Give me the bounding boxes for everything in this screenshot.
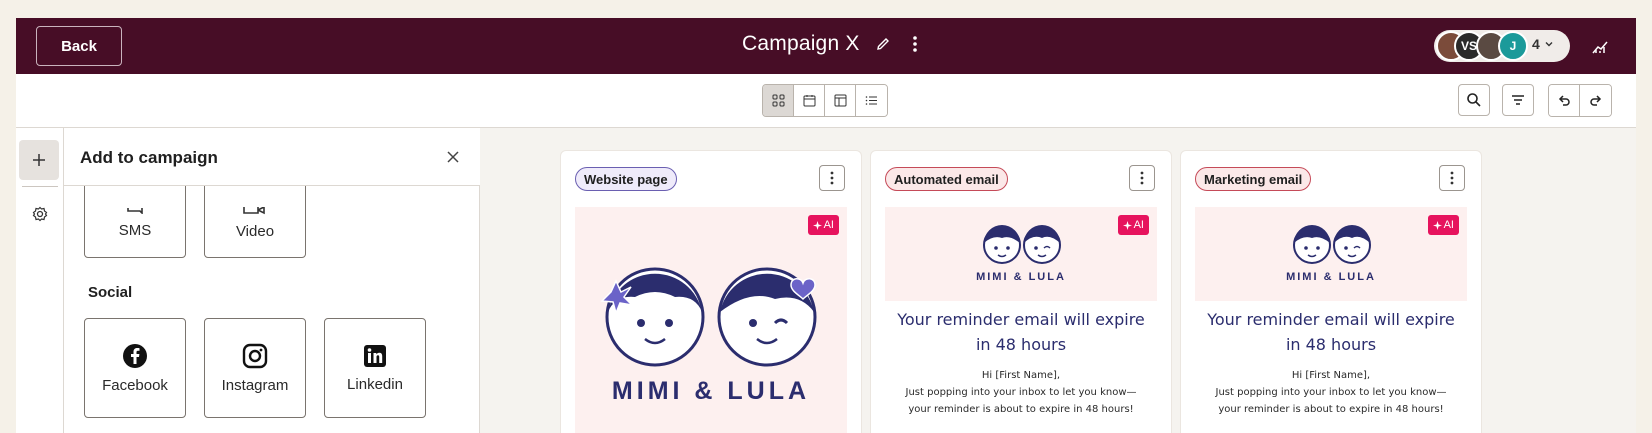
card-menu-button[interactable] [819, 165, 845, 191]
analytics-icon[interactable] [1590, 36, 1610, 56]
tile-label: Linkedin [347, 375, 403, 393]
board-view-icon [834, 94, 846, 107]
filter-button[interactable] [1502, 84, 1534, 116]
tile-label: Video [235, 222, 275, 240]
email-message: Just popping into your inbox to let you … [905, 387, 1137, 415]
automated-email-card[interactable]: Automated email AI MIMI & LULA Your remi… [870, 150, 1172, 433]
card-menu-button[interactable] [1129, 165, 1155, 191]
panel-header: Add to campaign [64, 128, 480, 186]
email-text: Hi [First Name], Just popping into your … [1195, 367, 1467, 418]
rail-divider [22, 186, 58, 187]
website-page-card[interactable]: Website page AI MIMI & LULA [560, 150, 862, 433]
collaborator-count: 4 [1532, 36, 1554, 52]
list-view-icon [865, 96, 877, 105]
brand-wordmark: MIMI & LULA [611, 377, 811, 405]
linkedin-tile[interactable]: Linkedin [324, 318, 426, 418]
view-switcher [762, 84, 888, 117]
collaborators-button[interactable]: VS J 4 [1434, 30, 1570, 62]
top-header: Back Campaign X VS J 4 [16, 18, 1636, 74]
email-body: Your reminder email will expire in 48 ho… [885, 301, 1157, 433]
card-menu-button[interactable] [1439, 165, 1465, 191]
chevron-down-icon [1545, 42, 1553, 47]
more-vertical-icon [1140, 171, 1144, 185]
card-preview: AI MIMI & LULA Your reminder email will … [885, 207, 1157, 433]
brand-wordmark: MIMI & LULA [976, 271, 1066, 283]
panel-title: Add to campaign [80, 148, 218, 167]
email-greeting: Hi [First Name], [1291, 370, 1371, 381]
avatar: J [1498, 31, 1528, 61]
plus-icon [33, 154, 45, 166]
more-vertical-icon [830, 171, 834, 185]
close-icon[interactable] [444, 148, 462, 166]
instagram-icon [242, 343, 268, 368]
email-greeting: Hi [First Name], [981, 370, 1061, 381]
tile-label: Instagram [221, 376, 289, 394]
marketing-email-card[interactable]: Marketing email AI MIMI & LULA Your remi… [1180, 150, 1482, 433]
add-to-campaign-panel: Add to campaign SMS Video Social Faceboo… [64, 128, 480, 433]
title-area: Campaign X [742, 32, 924, 56]
email-body: Your reminder email will expire in 48 ho… [1195, 301, 1467, 433]
email-headline: Your reminder email will expire in 48 ho… [897, 310, 1145, 354]
back-button[interactable]: Back [36, 26, 122, 66]
facebook-tile[interactable]: Facebook [84, 318, 186, 418]
calendar-view-button[interactable] [794, 85, 825, 116]
email-text: Hi [First Name], Just popping into your … [885, 367, 1157, 418]
add-button[interactable] [19, 140, 59, 180]
social-section-title: Social [88, 284, 133, 301]
left-rail [16, 128, 64, 433]
facebook-icon [123, 343, 147, 368]
campaign-app: Back Campaign X VS J 4 Add to campaign S… [16, 18, 1636, 433]
card-preview: AI MIMI & LULA Your reminder email will … [1195, 207, 1467, 433]
brand-wordmark: MIMI & LULA [1286, 271, 1376, 283]
asset-type-tag: Website page [575, 167, 677, 191]
grid-view-button[interactable] [763, 85, 794, 116]
linkedin-icon [364, 344, 386, 367]
grid-view-icon [772, 94, 784, 107]
more-vertical-icon [1450, 171, 1454, 185]
instagram-tile[interactable]: Instagram [204, 318, 306, 418]
card-preview: AI MIMI & LULA [575, 207, 847, 433]
board-view-button[interactable] [825, 85, 856, 116]
search-button[interactable] [1458, 84, 1490, 116]
filter-icon [1512, 95, 1524, 105]
campaign-title: Campaign X [742, 32, 860, 55]
asset-type-tag: Marketing email [1195, 167, 1312, 191]
tile-label: SMS [118, 221, 152, 239]
redo-icon [1589, 94, 1601, 106]
undo-icon [1558, 94, 1570, 106]
undo-button[interactable] [1549, 85, 1580, 116]
video-icon [243, 206, 265, 214]
email-headline: Your reminder email will expire in 48 ho… [1207, 310, 1455, 354]
email-message: Just popping into your inbox to let you … [1215, 387, 1447, 415]
more-vertical-icon[interactable] [906, 35, 924, 53]
calendar-view-icon [803, 95, 815, 107]
view-toolbar [16, 74, 1636, 128]
tile-label: Facebook [102, 376, 168, 394]
redo-button[interactable] [1580, 85, 1611, 116]
edit-pencil-icon[interactable] [874, 35, 892, 53]
history-controls [1548, 84, 1612, 117]
sms-icon [127, 207, 143, 214]
mimi-lula-logo-icon [600, 267, 817, 367]
list-view-button[interactable] [856, 85, 887, 116]
collaborator-count-label: 4 [1532, 36, 1540, 52]
search-icon [1467, 93, 1481, 107]
asset-type-tag: Automated email [885, 167, 1008, 191]
settings-gear-icon[interactable] [30, 204, 50, 224]
